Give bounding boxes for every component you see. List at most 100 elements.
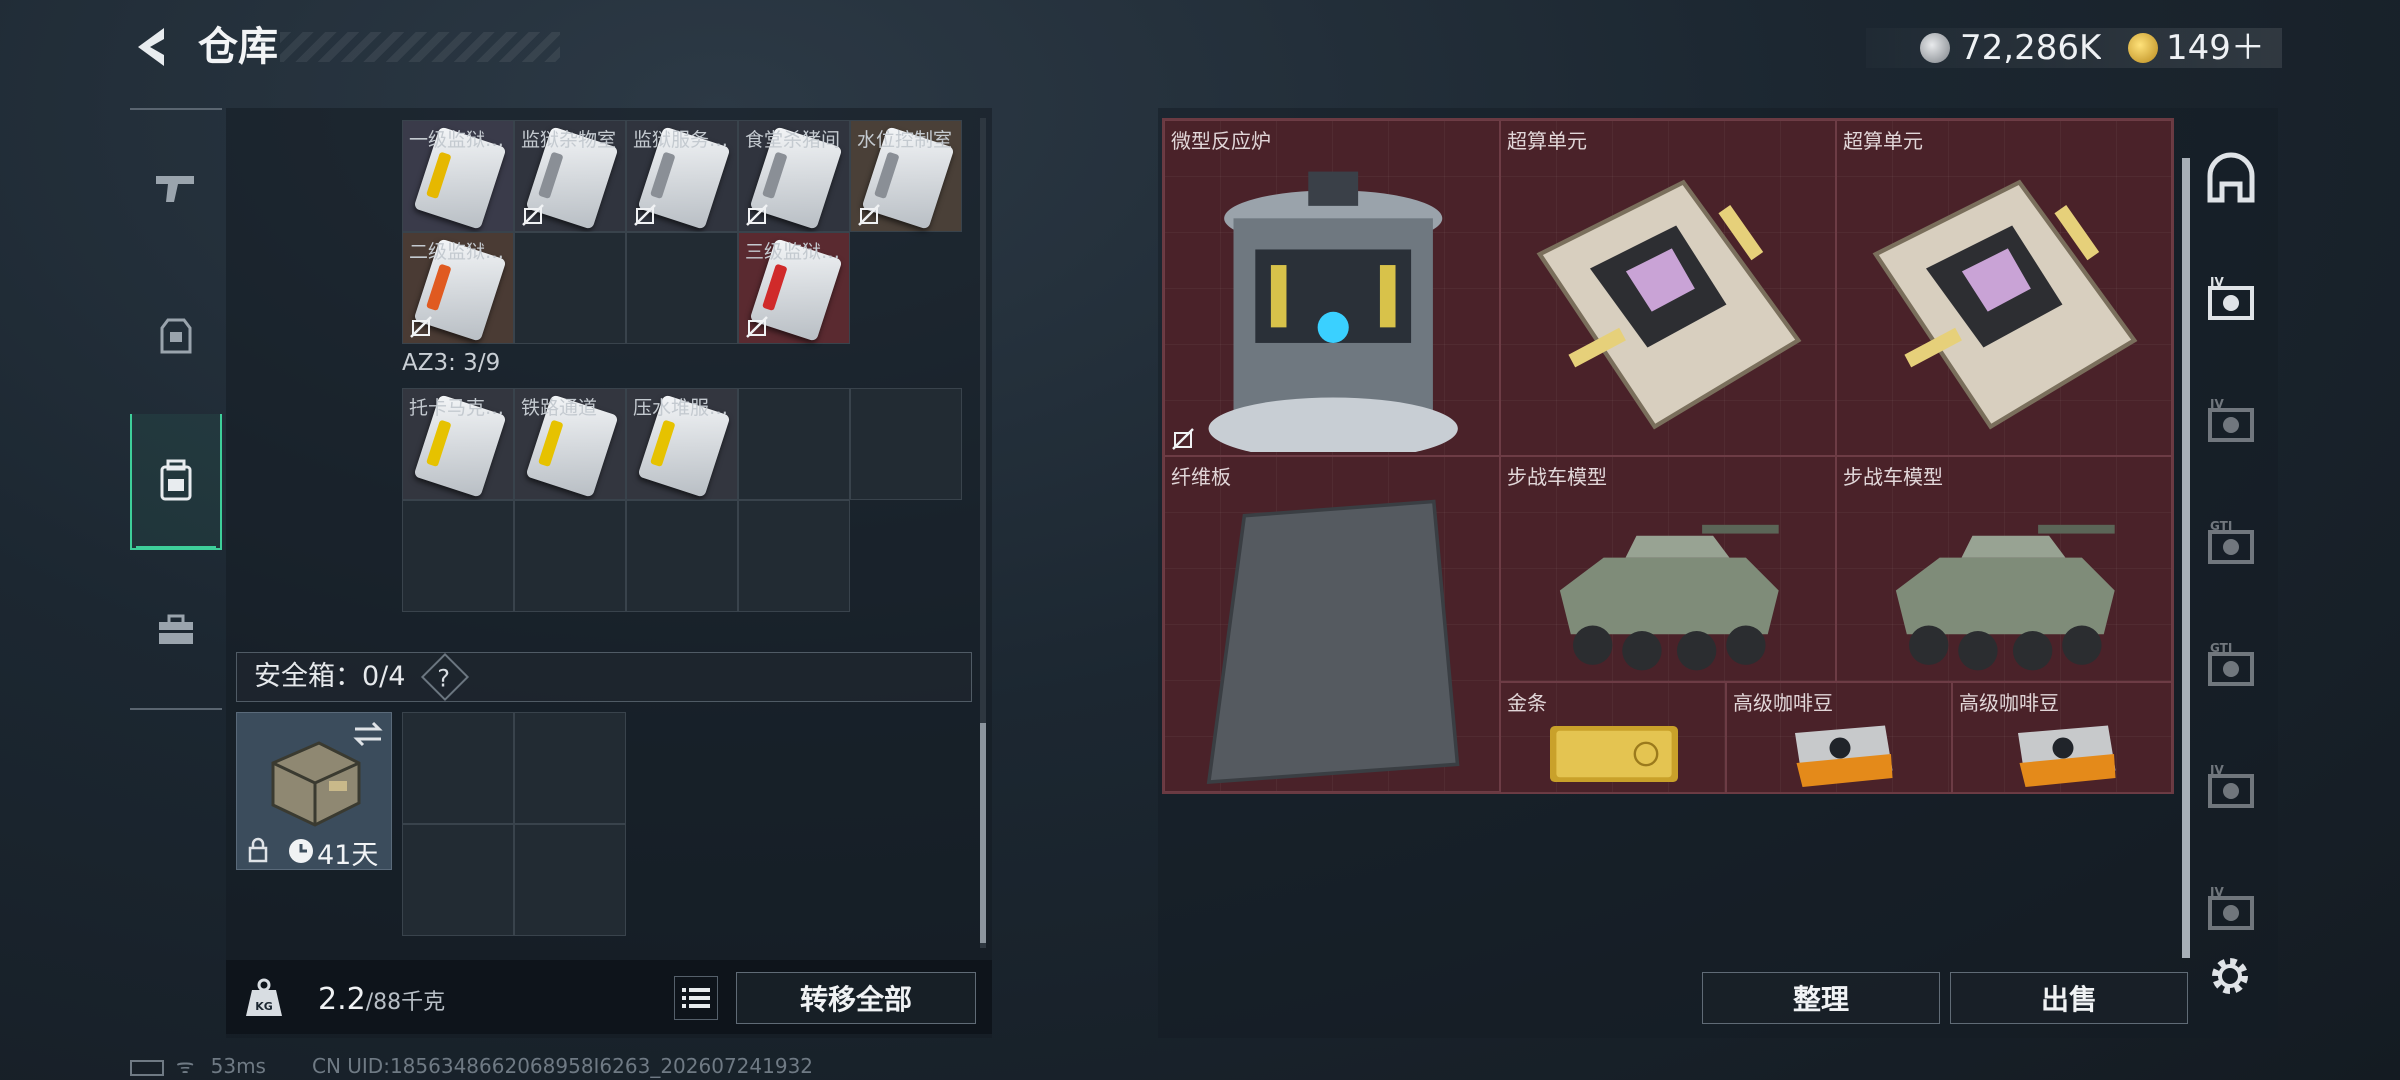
stash-item[interactable]: 金条 [1500,682,1726,794]
empty-slot[interactable] [626,500,738,612]
empty-slot[interactable] [626,232,738,344]
item-name: 金条 [1507,691,1547,715]
az3-label: AZ3: 3/9 [402,350,501,376]
keycard-slot[interactable]: 食堂杀猪间 [738,120,850,232]
card-stripe [425,419,452,468]
stash-item[interactable]: 超算单元 [1500,120,1836,456]
no-take-out-icon [858,204,880,226]
list-view-button[interactable] [674,976,718,1020]
nav-armor[interactable] [130,268,222,404]
keycard-label: 监狱杂物室 [521,129,617,151]
empty-slot[interactable] [514,500,626,612]
vehicle-icon [1559,524,1779,671]
page-title: 仓库 [198,24,278,70]
keycard-slot[interactable]: 三级监狱… [738,232,850,344]
card-stripe [425,263,452,312]
card-stripe [649,419,676,468]
keycard-slot[interactable]: 一级监狱… [402,120,514,232]
stash-item[interactable]: 微型反应炉 [1164,120,1500,456]
board-icon [1872,179,2138,429]
empty-slot[interactable] [514,232,626,344]
safe-box-item[interactable]: 41天 [236,712,392,871]
item-name: 高级咖啡豆 [1733,691,1833,715]
sort-button[interactable]: 整理 [1702,972,1940,1024]
item-name: 超算单元 [1507,129,1587,153]
keycard-slot[interactable]: 二级监狱… [402,232,514,344]
keycard-slot[interactable]: 水位控制室 [850,120,962,232]
GTI-icon: GTI [2208,519,2254,564]
clock-icon [289,839,313,863]
safe-slot[interactable] [402,824,514,936]
battery-icon [130,1059,164,1076]
stash-item[interactable]: 高级咖啡豆 [1952,682,2172,794]
gold-icon [1550,726,1678,782]
coffee-icon [2018,725,2116,787]
az3-card-label: 压水堆服… [633,397,729,419]
safe-slot[interactable] [402,712,514,824]
scroll-thumb[interactable] [2182,158,2190,958]
stash-item[interactable]: 超算单元 [1836,120,2172,456]
shelter-icon [2207,152,2255,203]
nav-toolbox[interactable] [130,562,222,698]
keycard-slot[interactable]: 监狱服务… [626,120,738,232]
right-nav-item[interactable]: IV [2196,388,2266,458]
right-nav-item[interactable]: IV [2196,876,2266,946]
svg-text:IV: IV [2210,885,2224,899]
nav-backpack[interactable] [130,414,222,550]
empty-slot[interactable] [402,500,514,612]
lock-icon [248,837,268,863]
az3-card-slot[interactable]: 铁路通道 [514,388,626,500]
card-stripe [537,419,564,468]
right-nav-item[interactable]: IV [2196,266,2266,336]
coin-silver-icon [1920,33,1950,63]
coffee-icon [1795,725,1893,787]
scroll-thumb[interactable] [980,723,986,943]
fiber-icon [1206,499,1460,785]
coin-gold-icon [2128,33,2158,63]
reactor-icon [1208,171,1458,452]
right-nav-item[interactable]: GTI [2196,510,2266,580]
backpack-scrollbar[interactable] [980,118,986,948]
transfer-all-button[interactable]: 转移全部 [736,972,976,1024]
nav-active-indicator [136,546,216,549]
stash-item[interactable]: 步战车模型 [1500,456,1836,682]
back-button[interactable] [128,22,178,72]
IV-icon: IV [2208,885,2254,930]
weight-button[interactable]: KG [244,976,284,1020]
keycard-label: 水位控制室 [857,129,953,151]
right-nav-item[interactable]: GTI [2196,632,2266,702]
keycard-label: 三级监狱… [745,241,841,263]
stash-scrollbar[interactable] [2182,158,2190,958]
settings-button[interactable] [2206,952,2254,1000]
right-nav-item[interactable] [2196,144,2266,214]
right-nav-item[interactable]: IV [2196,754,2266,824]
no-take-out-icon [410,316,432,338]
back-arrow-icon [138,28,164,66]
vehicle-icon [1895,524,2115,671]
empty-slot[interactable] [738,500,850,612]
sell-button[interactable]: 出售 [1950,972,2188,1024]
svg-text:IV: IV [2210,275,2224,289]
empty-slot[interactable] [738,388,850,500]
weight-value: 2.2 [318,982,366,1017]
az3-card-slot[interactable]: 托卡马克… [402,388,514,500]
weight-kg-icon: KG [246,978,282,1016]
keycard-slot[interactable]: 监狱杂物室 [514,120,626,232]
uid-text: CN UID:1856348662068958I6263_20260724193… [311,1054,814,1078]
safe-slot[interactable] [514,712,626,824]
card-stripe [873,151,900,200]
safe-slot[interactable] [514,824,626,936]
stash-item[interactable]: 步战车模型 [1836,456,2172,682]
stash-item[interactable]: 纤维板 [1164,456,1500,792]
item-name: 超算单元 [1843,129,1923,153]
keycard-label: 一级监狱… [409,129,505,151]
nav-weapon[interactable] [130,120,222,256]
az3-card-label: 托卡马克… [409,397,505,419]
az3-card-slot[interactable]: 压水堆服… [626,388,738,500]
empty-slot[interactable] [850,388,962,500]
svg-text:GTI: GTI [2210,641,2232,655]
board-icon [1536,179,1802,429]
weight-max: /88千克 [365,990,446,1015]
premium-currency[interactable]: 149＋ [2166,28,2265,68]
stash-item[interactable]: 高级咖啡豆 [1726,682,1952,794]
